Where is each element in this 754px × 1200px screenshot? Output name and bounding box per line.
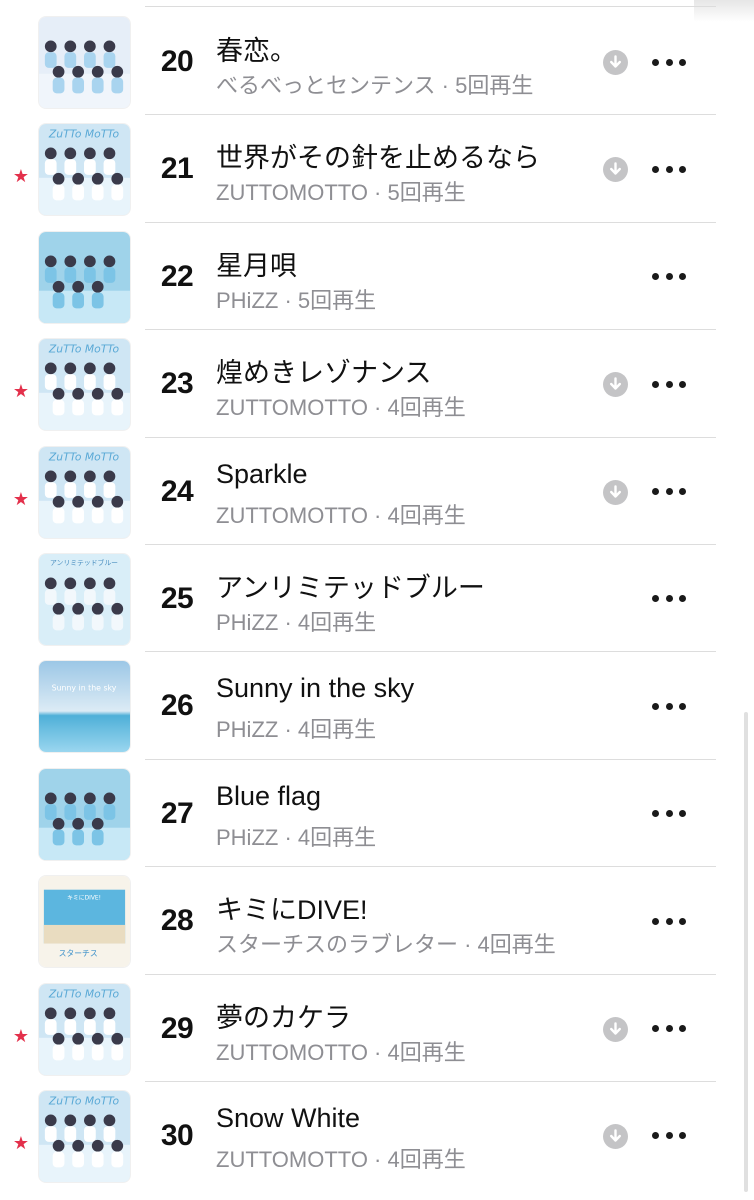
track-rank: 28 [160,904,194,938]
track-row[interactable]: ★ ZuTTo MoTTo 30 Snow White ZUTTOMOTTO · 4… [0,1082,754,1189]
track-rank: 22 [160,259,194,293]
download-icon[interactable] [603,50,628,75]
track-rank: 20 [160,45,194,78]
more-options-icon[interactable] [652,480,686,504]
track-title: Sparkle [216,458,308,489]
track-meta: べるべっとセンテンス · 5回再生 [216,73,534,98]
svg-text:ZuTTo MoTTo: ZuTTo MoTTo [48,128,120,141]
track-meta: スターチスのラブレター · 4回再生 [216,932,556,958]
track-title: Snow White [216,1102,361,1133]
track-rank: 23 [160,367,194,401]
track-row[interactable]: ★ ZuTTo MoTTo 29 夢のカケラ ZUTTOMOTTO · 4回再生 [0,975,754,1082]
download-icon[interactable] [603,372,628,398]
album-artwork[interactable] [38,16,131,109]
more-options-icon[interactable] [652,694,686,718]
more-options-icon[interactable] [652,157,686,181]
track-title: 煌めきレゾナンス [216,358,432,389]
track-title: キミにDIVE! [216,895,368,926]
track-meta: ZUTTOMOTTO · 4回再生 [216,1146,466,1172]
track-title: 世界がその針を止めるなら [216,143,540,174]
svg-text:ZuTTo MoTTo: ZuTTo MoTTo [48,450,120,463]
track-meta: ZUTTOMOTTO · 4回再生 [216,1039,466,1065]
star-icon: ★ [12,488,30,509]
track-title: 星月唄 [216,250,297,281]
more-options-icon[interactable] [652,1124,686,1148]
track-rank: 21 [160,152,194,186]
download-icon[interactable] [603,479,628,505]
track-rank: 24 [160,474,194,508]
more-options-icon[interactable] [652,1017,686,1041]
svg-text:ZuTTo MoTTo: ZuTTo MoTTo [48,1095,120,1108]
track-meta: PHiZZ · 4回再生 [216,609,377,635]
track-row[interactable]: ★ ZuTTo MoTTo 21 世界がその針を止めるなら ZUTTOMOTTO ·… [0,115,754,223]
more-options-icon[interactable] [652,909,686,933]
track-list: 20 春恋。べるべっとセンテンス · 5回再生 ★ ZuTTo MoTTo 21 世… [0,8,754,1189]
track-row[interactable]: アンリミテッドブルー 25 アンリミテッドブルー PHiZZ · 4回再生 [0,545,754,653]
track-title: Blue flag [216,780,322,811]
track-title: アンリミテッドブルー [216,572,485,603]
top-divider [145,6,716,7]
track-meta: PHiZZ · 5回再生 [216,287,377,313]
download-icon[interactable] [603,157,628,183]
track-title: 春恋。 [216,36,297,66]
svg-text:ZuTTo MoTTo: ZuTTo MoTTo [48,987,120,1000]
track-rank: 25 [160,581,194,615]
svg-text:スターチス: スターチス [59,949,98,958]
download-icon[interactable] [603,1123,628,1149]
track-meta: ZUTTOMOTTO · 4回再生 [216,395,466,421]
album-artwork[interactable]: ZuTTo MoTTo [38,982,131,1076]
more-options-icon[interactable] [652,372,686,396]
album-artwork[interactable]: ZuTTo MoTTo [38,123,131,217]
scrollbar[interactable] [744,712,748,1192]
album-artwork[interactable]: ZuTTo MoTTo [38,338,131,432]
download-icon[interactable] [603,1016,628,1042]
track-row[interactable]: 22 星月唄 PHiZZ · 5回再生 [0,223,754,331]
svg-text:Sunny in the sky: Sunny in the sky [52,684,117,693]
album-artwork[interactable]: ZuTTo MoTTo [38,445,131,539]
track-meta: PHiZZ · 4回再生 [216,824,377,850]
album-artwork[interactable]: キミにDIVE! スターチス [38,875,131,969]
track-row[interactable]: 27 Blue flag PHiZZ · 4回再生 [0,760,754,868]
svg-text:アンリミテッドブルー: アンリミテッドブルー [50,558,118,567]
track-title: Sunny in the sky [216,673,415,704]
track-row[interactable]: キミにDIVE! スターチス 28 キミにDIVE! スターチスのラブレター · 4回… [0,867,754,975]
svg-text:ZuTTo MoTTo: ZuTTo MoTTo [48,343,120,356]
track-rank: 27 [160,796,194,830]
track-row[interactable]: ★ ZuTTo MoTTo 24 Sparkle ZUTTOMOTTO · 4回再生 [0,438,754,545]
album-artwork[interactable]: アンリミテッドブルー [38,552,131,646]
more-options-icon[interactable] [652,265,686,289]
album-artwork[interactable] [38,767,131,861]
more-options-icon[interactable] [652,587,686,611]
track-row[interactable]: ★ ZuTTo MoTTo 23 煌めきレゾナンス ZUTTOMOTTO · 4回再… [0,330,754,438]
track-rank: 30 [160,1118,194,1152]
track-meta: PHiZZ · 4回再生 [216,717,377,743]
album-artwork[interactable]: ZuTTo MoTTo [38,1089,131,1183]
track-rank: 29 [160,1011,194,1045]
track-meta: ZUTTOMOTTO · 5回再生 [216,180,466,206]
star-icon: ★ [12,166,30,187]
album-artwork[interactable] [38,230,131,324]
track-rank: 26 [160,689,194,723]
track-title: 夢のカケラ [216,1002,351,1033]
star-icon: ★ [12,1025,30,1046]
more-options-icon[interactable] [652,50,686,74]
svg-text:キミにDIVE!: キミにDIVE! [67,895,101,902]
star-icon: ★ [12,381,30,402]
track-row[interactable]: 20 春恋。べるべっとセンテンス · 5回再生 [0,8,754,116]
star-icon: ★ [12,1132,30,1153]
more-options-icon[interactable] [652,802,686,826]
track-row[interactable]: Sunny in the sky 26 Sunny in the sky PHiZZ … [0,652,754,760]
album-artwork[interactable]: Sunny in the sky [38,660,131,754]
track-meta: ZUTTOMOTTO · 4回再生 [216,502,466,528]
